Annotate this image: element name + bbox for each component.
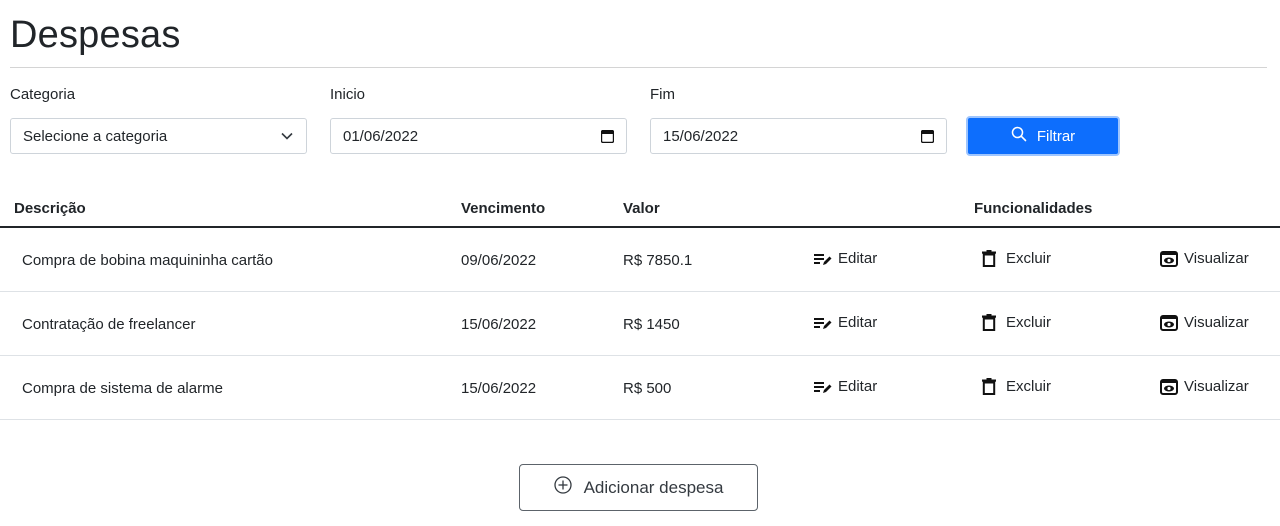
expenses-table: Descrição Vencimento Valor Funcionalidad… — [0, 188, 1280, 420]
column-description: Descrição — [14, 200, 86, 217]
edit-button[interactable]: Editar — [814, 378, 877, 395]
edit-list-icon — [814, 380, 832, 394]
table-row: Contratação de freelancer 15/06/2022 R$ … — [0, 292, 1280, 356]
row-value: R$ 500 — [623, 380, 672, 397]
edit-list-icon — [814, 316, 832, 330]
add-expense-button[interactable]: Adicionar despesa — [519, 464, 758, 511]
end-date-value: 15/06/2022 — [663, 127, 739, 145]
column-due-date: Vencimento — [461, 200, 546, 217]
start-date-value: 01/06/2022 — [343, 127, 419, 145]
plus-circle-icon — [553, 476, 572, 499]
calendar-icon[interactable] — [920, 129, 934, 143]
calendar-icon[interactable] — [600, 129, 614, 143]
search-icon — [1011, 126, 1027, 146]
eye-icon — [1160, 250, 1178, 267]
view-button[interactable]: Visualizar — [1160, 378, 1249, 395]
delete-button[interactable]: Excluir — [982, 378, 1051, 395]
trash-icon — [982, 314, 996, 331]
view-button[interactable]: Visualizar — [1160, 250, 1249, 267]
category-label: Categoria — [10, 86, 76, 103]
category-select[interactable]: Selecione a categoria — [10, 118, 307, 154]
row-due-date: 15/06/2022 — [461, 316, 537, 333]
delete-button[interactable]: Excluir — [982, 314, 1051, 331]
view-label: Visualizar — [1184, 378, 1249, 395]
edit-label: Editar — [838, 378, 878, 395]
title-divider — [10, 67, 1267, 68]
edit-list-icon — [814, 252, 832, 266]
filter-button[interactable]: Filtrar — [966, 116, 1120, 156]
delete-button[interactable]: Excluir — [982, 250, 1051, 267]
delete-label: Excluir — [1006, 250, 1052, 267]
end-date-input[interactable]: 15/06/2022 — [650, 118, 947, 154]
trash-icon — [982, 250, 996, 267]
trash-icon — [982, 378, 996, 395]
view-label: Visualizar — [1184, 250, 1249, 267]
table-row: Compra de sistema de alarme 15/06/2022 R… — [0, 356, 1280, 420]
category-select-value: Selecione a categoria — [23, 127, 168, 145]
eye-icon — [1160, 378, 1178, 395]
row-description: Contratação de freelancer — [22, 316, 196, 333]
column-value: Valor — [623, 200, 660, 217]
eye-icon — [1160, 314, 1178, 331]
column-actions: Funcionalidades — [974, 200, 1093, 217]
row-description: Compra de bobina maquininha cartão — [22, 252, 273, 269]
chevron-down-icon — [280, 129, 294, 143]
row-value: R$ 1450 — [623, 316, 680, 333]
row-due-date: 15/06/2022 — [461, 380, 537, 397]
add-expense-label: Adicionar despesa — [583, 477, 724, 497]
view-button[interactable]: Visualizar — [1160, 314, 1249, 331]
start-date-input[interactable]: 01/06/2022 — [330, 118, 627, 154]
view-label: Visualizar — [1184, 314, 1249, 331]
start-date-label: Inicio — [330, 86, 366, 103]
edit-label: Editar — [838, 250, 878, 267]
page-title: Despesas — [10, 14, 181, 56]
edit-button[interactable]: Editar — [814, 314, 877, 331]
edit-label: Editar — [838, 314, 878, 331]
filter-button-label: Filtrar — [1036, 127, 1076, 145]
row-value: R$ 7850.1 — [623, 252, 693, 269]
delete-label: Excluir — [1006, 378, 1052, 395]
delete-label: Excluir — [1006, 314, 1052, 331]
row-description: Compra de sistema de alarme — [22, 380, 223, 397]
table-header: Descrição Vencimento Valor Funcionalidad… — [0, 188, 1280, 228]
edit-button[interactable]: Editar — [814, 250, 877, 267]
table-row: Compra de bobina maquininha cartão 09/06… — [0, 228, 1280, 292]
end-date-label: Fim — [650, 86, 675, 103]
row-due-date: 09/06/2022 — [461, 252, 537, 269]
